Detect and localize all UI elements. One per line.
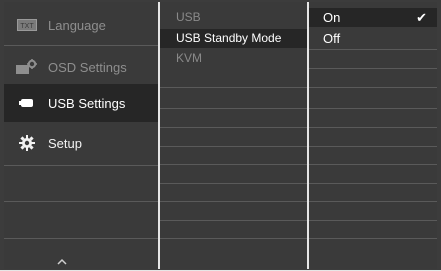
divider [160, 164, 307, 165]
divider [309, 201, 437, 202]
divider [160, 108, 307, 109]
menu-item-osd-settings[interactable]: OSD Settings [4, 48, 158, 86]
divider [4, 45, 158, 46]
option-label: On [323, 10, 341, 25]
divider [309, 108, 437, 109]
gear-icon [16, 135, 38, 151]
menu-item-label: Setup [48, 135, 82, 151]
divider [160, 146, 307, 147]
divider [4, 165, 158, 166]
osd-settings-icon [16, 59, 38, 75]
divider [309, 238, 437, 239]
menu-item-label: Language [48, 17, 106, 33]
divider [4, 201, 158, 202]
divider [309, 146, 437, 147]
divider [309, 183, 437, 184]
submenu-item-label: KVM [176, 51, 203, 65]
divider [309, 220, 437, 221]
submenu-item-label: USB Standby Mode [176, 31, 282, 45]
usb-icon [16, 95, 38, 111]
divider [309, 164, 437, 165]
divider [160, 238, 307, 239]
submenu-item-kvm[interactable]: KVM [160, 49, 307, 68]
divider [309, 49, 437, 50]
divider [4, 238, 158, 239]
chevron-up-icon[interactable] [56, 253, 68, 265]
divider [160, 201, 307, 202]
menu-item-language[interactable]: TXT Language [4, 6, 158, 44]
menu-item-label: USB Settings [48, 95, 126, 111]
option-on[interactable]: On ✔ [309, 8, 437, 27]
menu-item-usb-settings[interactable]: USB Settings [4, 84, 158, 122]
options-panel: On ✔ Off [309, 2, 437, 269]
submenu-panel: USB USB Standby Mode KVM [160, 2, 307, 269]
option-label: Off [323, 31, 341, 46]
osd-menu: TXT Language OSD Settings USB Settings S… [0, 0, 441, 270]
divider [160, 183, 307, 184]
txt-icon: TXT [16, 17, 38, 33]
divider [309, 68, 437, 69]
divider [160, 87, 307, 88]
menu-item-label: OSD Settings [48, 59, 127, 75]
divider [309, 87, 437, 88]
checkmark-icon: ✔ [416, 10, 427, 25]
option-off[interactable]: Off [309, 29, 437, 48]
submenu-item-usb-standby-mode[interactable]: USB Standby Mode [160, 29, 307, 48]
divider [309, 127, 437, 128]
submenu-item-usb[interactable]: USB [160, 8, 307, 27]
menu-item-setup[interactable]: Setup [4, 124, 158, 162]
divider [160, 127, 307, 128]
divider [160, 220, 307, 221]
main-menu-panel: TXT Language OSD Settings USB Settings S… [4, 2, 158, 269]
submenu-item-label: USB [176, 10, 201, 24]
svg-text:TXT: TXT [20, 23, 34, 30]
